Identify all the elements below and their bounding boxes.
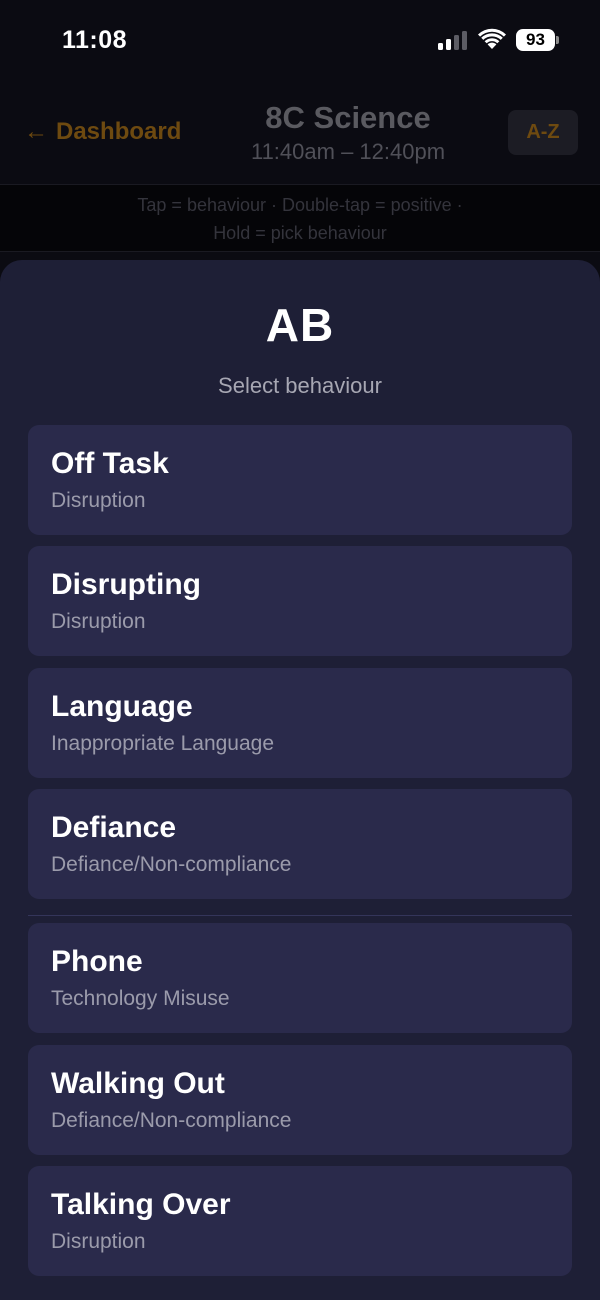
behaviour-category: Inappropriate Language xyxy=(51,732,275,755)
behaviour-title: Off Task xyxy=(51,447,169,480)
behaviour-title: Phone xyxy=(51,945,143,978)
behaviour-title: Disrupting xyxy=(51,568,201,601)
sheet-subtitle: Select behaviour xyxy=(218,373,382,398)
behaviour-picker-sheet: AB Select behaviour Off Task Disruption … xyxy=(0,260,600,1300)
behaviour-category: Technology Misuse xyxy=(51,987,230,1010)
behaviour-title: Defiance xyxy=(51,811,177,844)
wifi-icon xyxy=(478,28,506,49)
behaviour-option-talking-over[interactable]: Talking Over Disruption xyxy=(28,1166,572,1276)
screen: 11:08 93 ← Dashboard 8C Science 11:40am … xyxy=(0,0,600,1300)
sort-az-button[interactable]: A-Z xyxy=(508,110,578,155)
status-time: 11:08 xyxy=(62,26,128,54)
student-initials: AB xyxy=(265,299,335,351)
behaviour-option-language[interactable]: Language Inappropriate Language xyxy=(28,668,572,778)
app-header: ← Dashboard 8C Science 11:40am – 12:40pm… xyxy=(0,80,600,184)
behaviour-option-disrupting[interactable]: Disrupting Disruption xyxy=(28,546,572,656)
behaviour-title: Language xyxy=(51,690,193,723)
behaviour-title: Talking Over xyxy=(51,1188,231,1221)
behaviour-option-walking-out[interactable]: Walking Out Defiance/Non-compliance xyxy=(28,1045,572,1155)
behaviour-category: Defiance/Non-compliance xyxy=(51,1109,292,1132)
hint-line-2: Hold = pick behaviour xyxy=(213,223,387,243)
battery-icon: 93 xyxy=(516,29,560,51)
behaviour-category: Defiance/Non-compliance xyxy=(51,853,292,876)
behaviour-category: Disruption xyxy=(51,1230,146,1253)
behaviour-option-off-task[interactable]: Off Task Disruption xyxy=(28,425,572,535)
status-bar: 11:08 93 xyxy=(0,0,600,80)
behaviour-option-phone[interactable]: Phone Technology Misuse xyxy=(28,923,572,1033)
cellular-signal-icon xyxy=(438,31,468,50)
gesture-hint: Tap = behaviour · Double-tap = positive … xyxy=(0,184,600,252)
section-divider xyxy=(28,915,572,916)
behaviour-option-defiance[interactable]: Defiance Defiance/Non-compliance xyxy=(28,789,572,899)
behaviour-category: Disruption xyxy=(51,489,146,512)
battery-level: 93 xyxy=(526,30,545,49)
behaviour-title: Walking Out xyxy=(51,1067,225,1100)
behaviour-category: Disruption xyxy=(51,610,146,633)
hint-line-1: Tap = behaviour · Double-tap = positive … xyxy=(137,195,463,215)
